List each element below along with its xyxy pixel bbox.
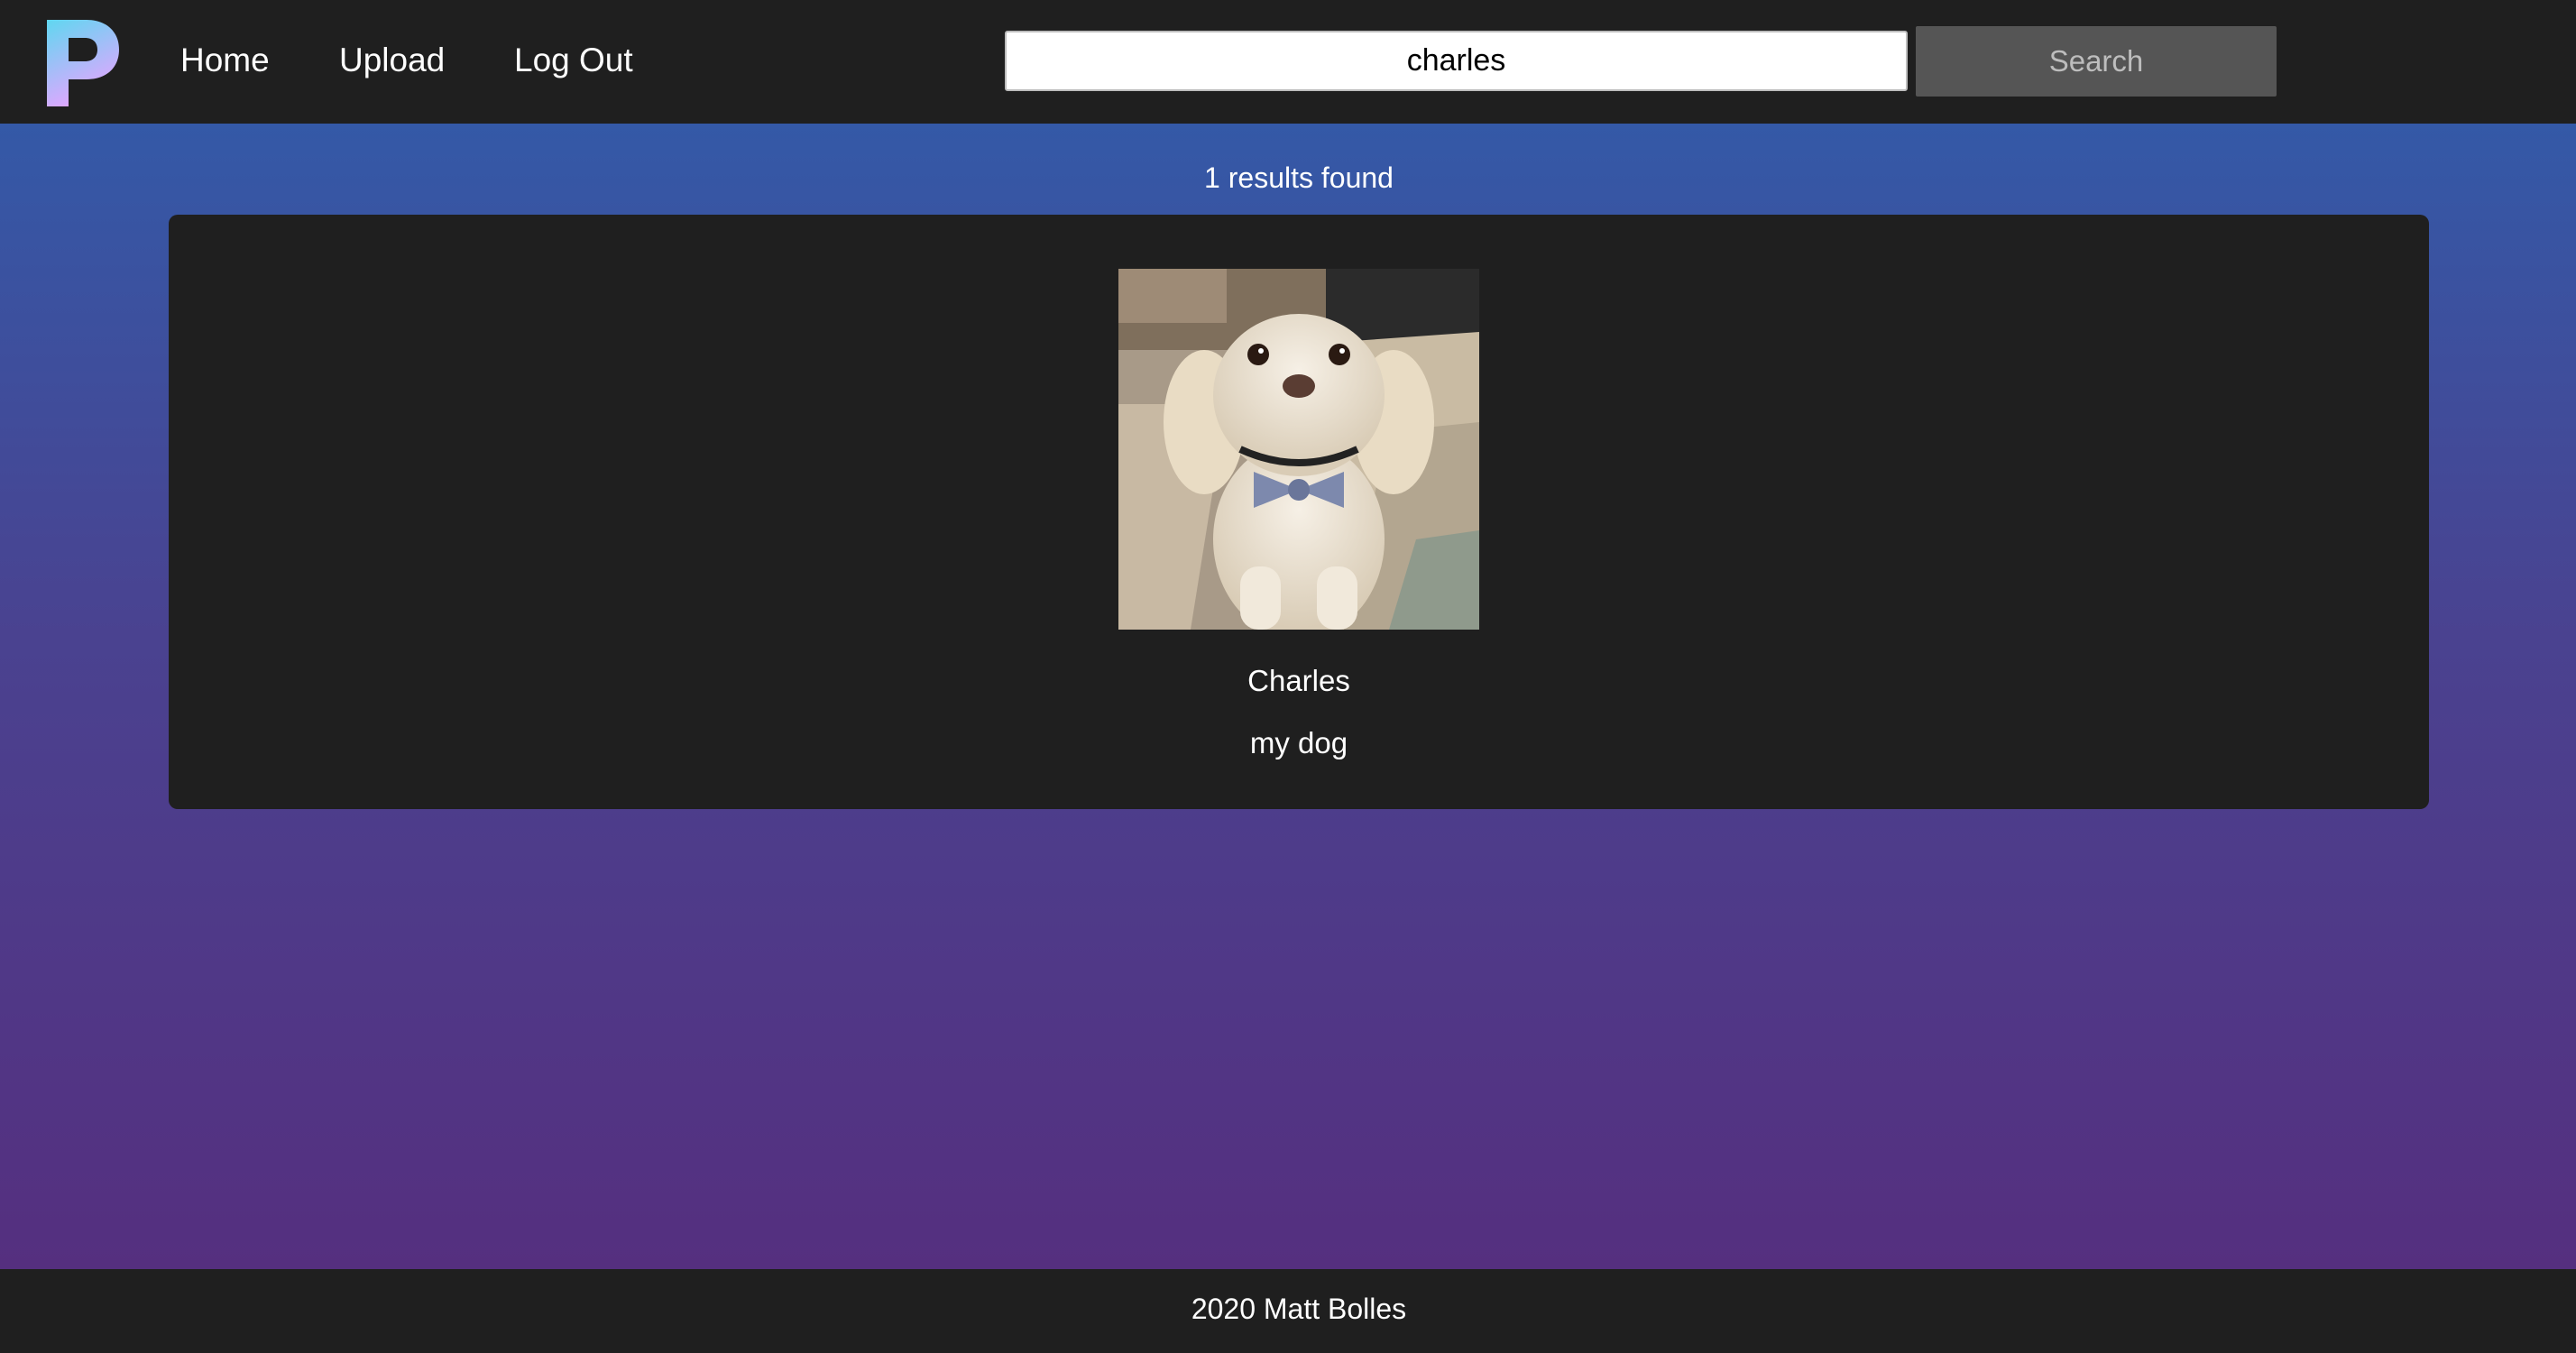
dog-photo-image [1118,269,1479,630]
results-count: 1 results found [1204,161,1394,194]
footer: 2020 Matt Bolles [0,1269,2576,1353]
result-title: Charles [1247,664,1350,697]
logo-p-icon [47,20,119,106]
nav-upload-link[interactable]: Upload [339,38,445,83]
logo-home-link[interactable] [47,20,121,106]
result-photo[interactable] [1118,269,1479,630]
nav-logout-link[interactable]: Log Out [514,38,633,83]
search-input[interactable] [1005,31,1908,91]
navbar: Home Upload Log Out Search [0,0,2576,124]
result-card[interactable]: Charles my dog [169,215,2429,809]
search-button[interactable]: Search [1916,26,2277,97]
nav-home-link[interactable]: Home [180,38,270,83]
results-area: 1 results found Charles my dog [0,124,2576,1269]
result-description: my dog [1249,726,1348,759]
footer-copyright: 2020 Matt Bolles [1191,1293,1407,1325]
